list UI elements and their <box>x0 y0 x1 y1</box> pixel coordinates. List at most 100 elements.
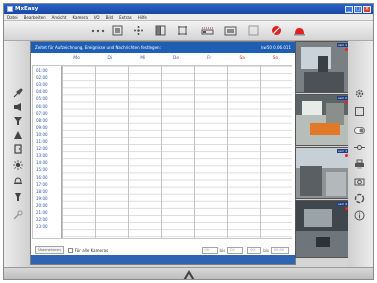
hour-label: 04:00 <box>36 89 48 95</box>
day-sa: Sa <box>239 56 246 61</box>
ellipsis-icon[interactable] <box>90 24 106 37</box>
hour-label: 09:00 <box>36 124 48 130</box>
hour-labels: 01:00 02:00 03:00 04:00 05:00 06:00 07:00 08:00… <box>33 66 61 238</box>
maximize-button[interactable]: □ <box>354 5 362 13</box>
funnel-icon[interactable] <box>12 115 23 126</box>
single-view-icon[interactable] <box>111 24 124 37</box>
stop-icon[interactable] <box>270 24 283 37</box>
camera-thumbnail-4[interactable]: cam 4 <box>295 200 350 258</box>
target-icon[interactable] <box>353 141 365 153</box>
minimize-button[interactable]: _ <box>345 5 353 13</box>
crop-frame-icon[interactable] <box>176 24 189 37</box>
brush-icon[interactable] <box>12 87 23 98</box>
window-controls: _ □ × <box>345 5 371 13</box>
camera-icon[interactable] <box>353 175 365 187</box>
bell-icon[interactable] <box>12 175 23 186</box>
hour-label: 13:00 <box>36 153 48 159</box>
hour-label: 08:00 <box>36 117 48 123</box>
hour-label: 06:00 <box>36 103 48 109</box>
printer-icon[interactable] <box>353 158 365 170</box>
hour-label: 19:00 <box>36 195 48 201</box>
day-mi: Mi <box>140 56 146 61</box>
panel-footer <box>31 255 295 264</box>
all-cameras-label: Für alle Kameras <box>74 247 109 253</box>
camera-2-image <box>296 95 349 145</box>
day-di: Di <box>107 56 113 61</box>
all-cameras-checkbox[interactable] <box>67 247 73 253</box>
bis-label-1: bis <box>219 247 226 253</box>
recycle-icon[interactable] <box>353 192 365 204</box>
hour-label: 10:00 <box>36 131 48 137</box>
camera-thumbnail-1[interactable]: cam 1 <box>295 41 350 93</box>
camera-4-image <box>296 201 349 257</box>
status-bar <box>4 267 373 279</box>
apply-button[interactable]: Übernehmen <box>35 246 64 254</box>
toolbar <box>4 21 373 41</box>
date-to-select[interactable]: 00:00 <box>271 246 289 254</box>
door-icon[interactable] <box>12 143 23 154</box>
menu-ansicht[interactable]: Ansicht <box>52 15 67 20</box>
info-icon[interactable] <box>353 209 365 221</box>
right-sidebar <box>348 41 373 267</box>
menu-datei[interactable]: Datei <box>7 15 18 20</box>
hour-label: 17:00 <box>36 181 48 187</box>
video-panel-icon[interactable] <box>223 24 237 37</box>
warning-icon[interactable] <box>12 129 23 140</box>
banner-timestamp: kw50 0.06.011 <box>261 45 291 50</box>
camera-badge: cam 1 <box>336 43 348 47</box>
sun-icon[interactable] <box>12 159 23 170</box>
menu-extras[interactable]: Extras <box>119 15 132 20</box>
day-mo: Mo <box>73 56 80 61</box>
hour-label: 21:00 <box>36 210 48 215</box>
menu-bild[interactable]: Bild <box>106 15 114 20</box>
schedule-panel: Zeitet für Aufzeichnung, Ereignisse und … <box>30 41 296 265</box>
multi-view-icon[interactable] <box>132 24 145 37</box>
hour-label: 01:00 <box>36 68 48 73</box>
hour-label: 14:00 <box>36 160 48 166</box>
schedule-grid: Mo Di Mi Do Fr Sa So 01:00 02:00 03:00 04:0… <box>32 56 294 243</box>
hour-label: 03:00 <box>36 82 48 88</box>
layout-icon[interactable] <box>154 24 167 37</box>
schedule-cells[interactable] <box>61 66 292 238</box>
banner-text: Zeitet für Aufzeichnung, Ereignisse und … <box>35 45 161 50</box>
gear-icon[interactable] <box>353 87 365 99</box>
menu-hilfe[interactable]: Hilfe <box>138 15 147 20</box>
hour-label: 16:00 <box>36 174 48 180</box>
speaker-icon[interactable] <box>12 101 23 112</box>
hour-label: 07:00 <box>36 110 48 116</box>
hour-label: 15:00 <box>36 167 48 173</box>
frame-icon[interactable] <box>353 105 365 117</box>
left-sidebar <box>4 41 30 267</box>
hour-label: 11:00 <box>36 139 48 144</box>
toggle-icon[interactable] <box>353 124 365 136</box>
hour-label: 05:00 <box>36 96 48 102</box>
menu-io[interactable]: I/O <box>94 15 100 20</box>
mobotix-logo-icon <box>183 270 195 279</box>
hour-label: 23:00 <box>36 224 48 230</box>
siren-icon[interactable] <box>292 24 306 37</box>
wrench-icon[interactable] <box>12 209 23 220</box>
schedule-icon[interactable] <box>200 24 214 37</box>
info-banner: Zeitet für Aufzeichnung, Ereignisse und … <box>31 42 295 53</box>
camera-thumbnail-3[interactable]: cam 3 <box>295 147 350 199</box>
hour-label: 22:00 <box>36 217 48 223</box>
schedule-table: 01:00 02:00 03:00 04:00 05:00 06:00 07:00 08:00… <box>32 65 292 239</box>
app-window: MxEasy _ □ × Datei Bearbeiten Ansicht Ka… <box>3 3 374 280</box>
day-headers: Mo Di Mi Do Fr Sa So <box>60 56 292 64</box>
hour-label: 12:00 <box>36 146 48 152</box>
window-title: MxEasy <box>15 6 39 12</box>
time-from-select[interactable]: 00: <box>201 246 218 254</box>
pin-icon[interactable] <box>12 191 23 202</box>
time-to-select[interactable]: 00 <box>227 246 244 254</box>
close-button[interactable]: × <box>363 5 371 13</box>
menu-bearbeiten[interactable]: Bearbeiten <box>24 15 46 20</box>
menu-kamera[interactable]: Kamera <box>72 15 87 20</box>
app-icon <box>7 6 13 12</box>
date-from-select[interactable]: 00: <box>247 246 262 254</box>
title-bar: MxEasy _ □ × <box>4 4 373 14</box>
camera-thumbnail-2[interactable]: cam 2 <box>295 94 350 146</box>
hour-label: 20:00 <box>36 202 48 208</box>
record-panel-icon[interactable] <box>247 24 260 37</box>
camera-3-image <box>296 148 349 198</box>
day-fr: Fr <box>207 56 212 61</box>
